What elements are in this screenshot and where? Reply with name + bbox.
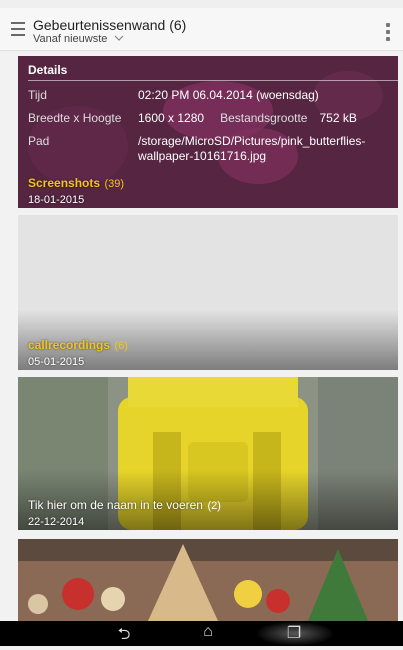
album-card-callrecordings[interactable]: callrecordings (6) 05-01-2015 bbox=[18, 215, 398, 370]
album-card-unnamed[interactable]: Tik hier om de naam in te voeren (2) 22-… bbox=[18, 377, 398, 530]
sort-label: Vanaf nieuwste bbox=[33, 33, 108, 45]
details-heading: Details bbox=[28, 63, 68, 77]
overflow-menu-icon[interactable] bbox=[386, 23, 390, 44]
album-card-christmas[interactable] bbox=[18, 539, 398, 621]
status-bar bbox=[0, 0, 403, 8]
sort-dropdown[interactable]: Vanaf nieuwste bbox=[33, 33, 124, 45]
menu-icon[interactable] bbox=[11, 22, 25, 38]
navigation-bar: ⮌ ⌂ ❐ bbox=[0, 621, 403, 646]
album-name: Tik hier om de naam in te voeren bbox=[28, 498, 203, 512]
album-date: 18-01-2015 bbox=[28, 194, 85, 206]
page-title: Gebeurtenissenwand (6) bbox=[33, 17, 187, 33]
detail-row-dimensions: Breedte x Hoogte 1600 x 1280 Bestandsgroot… bbox=[28, 111, 357, 125]
home-icon[interactable]: ⌂ bbox=[194, 623, 222, 641]
album-name: callrecordings bbox=[28, 338, 111, 352]
album-label: Screenshots (39) 18-01-2015 bbox=[28, 174, 124, 206]
detail-row-path: Pad/storage/MicroSD/Pictures/pink_butter… bbox=[28, 134, 366, 148]
chevron-down-icon bbox=[114, 33, 124, 45]
album-date: 05-01-2015 bbox=[28, 356, 85, 368]
christmas-thumbnail bbox=[18, 539, 398, 621]
recents-icon[interactable]: ❐ bbox=[280, 623, 308, 643]
album-label: callrecordings (6) 05-01-2015 bbox=[28, 336, 128, 368]
app-bar: Gebeurtenissenwand (6) Vanaf nieuwste bbox=[0, 8, 403, 51]
divider bbox=[28, 80, 398, 81]
album-count: (39) bbox=[104, 178, 125, 190]
detail-row-time: Tijd 02:20 PM 06.04.2014 (woensdag) bbox=[28, 88, 319, 102]
album-name: Screenshots bbox=[28, 176, 101, 190]
detail-row-path-cont: wallpaper-10161716.jpg bbox=[138, 149, 267, 163]
album-date: 22-12-2014 bbox=[28, 516, 85, 528]
album-label: Tik hier om de naam in te voeren (2) 22-… bbox=[28, 496, 221, 528]
album-count: (6) bbox=[114, 340, 128, 352]
album-count: (2) bbox=[207, 500, 221, 512]
album-card-screenshots[interactable]: Details Tijd 02:20 PM 06.04.2014 (woensda… bbox=[18, 56, 398, 208]
